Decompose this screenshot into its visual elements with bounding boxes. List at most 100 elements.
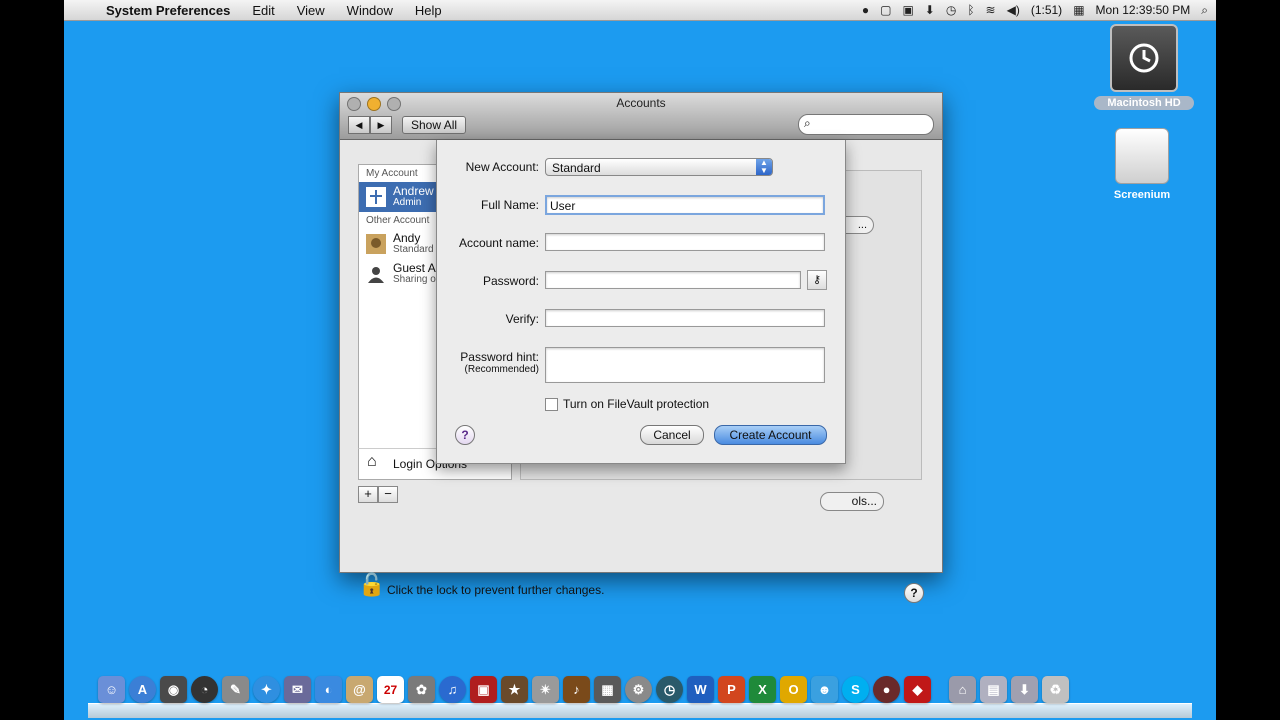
battery-status[interactable]: (1:51) — [1031, 3, 1062, 17]
search-icon: ⌕ — [804, 116, 811, 130]
excel-icon[interactable]: X — [749, 676, 776, 703]
window-icon[interactable]: ▢ — [880, 3, 891, 17]
system-preferences-icon[interactable]: ⚙ — [625, 676, 652, 703]
filevault-checkbox[interactable] — [545, 397, 558, 411]
show-all-button[interactable]: Show All — [402, 116, 467, 134]
calendar-icon[interactable]: 27 — [377, 676, 404, 703]
clipboard-icon[interactable]: ▣ — [902, 3, 913, 17]
flag-icon[interactable]: ▦ — [1073, 3, 1084, 17]
menu-bar: System Preferences Edit View Window Help… — [64, 0, 1216, 21]
desktop-icon-label: Screenium — [1113, 189, 1171, 201]
menu-edit[interactable]: Edit — [241, 3, 285, 18]
desktop-icon-label: Macintosh HD — [1094, 96, 1194, 110]
wifi-icon[interactable]: ≋ — [986, 3, 996, 17]
menu-window[interactable]: Window — [336, 3, 404, 18]
finder-icon[interactable]: ☺ — [98, 676, 125, 703]
download-icon[interactable]: ⬇ — [925, 3, 935, 17]
password-field[interactable] — [545, 271, 801, 289]
lock-icon[interactable]: 🔓 — [358, 572, 385, 598]
menu-help[interactable]: Help — [404, 3, 453, 18]
account-role: Admin — [393, 197, 422, 208]
account-role: Standard — [393, 244, 434, 255]
account-type-value: Standard — [552, 161, 601, 175]
address-book-icon[interactable]: @ — [346, 676, 373, 703]
imovie-icon[interactable]: ★ — [501, 676, 528, 703]
applications-folder-icon[interactable]: ⌂ — [949, 676, 976, 703]
remove-account-button[interactable]: − — [378, 486, 398, 503]
word-icon[interactable]: W — [687, 676, 714, 703]
avatar — [366, 187, 386, 207]
dock: ☺ A ◉ ◔ ✎ ✦ ✉ ◐ @ 27 ✿ ♫ ▣ ★ ✴ ♪ ▦ ⚙ ◷ W… — [88, 674, 1192, 718]
window-body: ... ols... My Account Andrew Admin Other… — [340, 140, 942, 603]
search-input[interactable]: ⌕ — [798, 114, 934, 135]
cancel-button[interactable]: Cancel — [640, 425, 704, 445]
password-hint-title: Password hint: — [460, 350, 539, 364]
clock[interactable]: Mon 12:39:50 PM — [1096, 3, 1191, 17]
help-button[interactable]: ? — [904, 583, 924, 603]
window-title: Accounts — [616, 96, 666, 110]
back-button[interactable]: ◀ — [348, 116, 370, 134]
desktop-icon-macintosh-hd[interactable]: Macintosh HD — [1094, 24, 1194, 110]
mail-icon[interactable]: ✉ — [284, 676, 311, 703]
user-silhouette-icon — [366, 264, 386, 284]
ichat-icon[interactable]: ◐ — [315, 676, 342, 703]
filevault-checkbox-row[interactable]: Turn on FileVault protection — [545, 397, 709, 411]
safari-icon[interactable]: ✦ — [253, 676, 280, 703]
desktop: System Preferences Edit View Window Help… — [64, 0, 1216, 720]
add-account-button[interactable]: + — [358, 486, 378, 503]
account-name-label: Account name: — [458, 236, 539, 250]
camera-icon[interactable]: ◉ — [160, 676, 187, 703]
time-machine-dock-icon[interactable]: ◷ — [656, 676, 683, 703]
desktop-icon-screenium[interactable]: Screenium — [1092, 128, 1192, 202]
powerpoint-icon[interactable]: P — [718, 676, 745, 703]
create-account-button[interactable]: Create Account — [714, 425, 827, 445]
expose-icon[interactable]: ▦ — [594, 676, 621, 703]
drive-icon — [1115, 128, 1169, 184]
preview-icon[interactable]: ✴ — [532, 676, 559, 703]
utilities-icon[interactable]: ✎ — [222, 676, 249, 703]
forward-button[interactable]: ▶ — [370, 116, 392, 134]
garageband-icon[interactable]: ♪ — [563, 676, 590, 703]
dock-shelf — [88, 703, 1192, 718]
iphoto-icon[interactable]: ✿ — [408, 676, 435, 703]
filevault-label: Turn on FileVault protection — [563, 397, 710, 411]
photo-booth-icon[interactable]: ▣ — [470, 676, 497, 703]
full-name-field[interactable]: User — [545, 195, 825, 215]
downloads-folder-icon[interactable]: ⬇ — [1011, 676, 1038, 703]
outlook-icon[interactable]: O — [780, 676, 807, 703]
bluetooth-icon[interactable]: ᛒ — [967, 3, 974, 17]
volume-icon[interactable]: ◀) — [1007, 3, 1020, 17]
menu-view[interactable]: View — [286, 3, 336, 18]
window-toolbar: Accounts ◀ ▶ Show All ⌕ — [340, 93, 942, 140]
spotlight-icon[interactable]: ⌕ — [1201, 3, 1208, 18]
verify-field[interactable] — [545, 309, 825, 327]
app-store-icon[interactable]: A — [129, 676, 156, 703]
account-name: Guest A — [393, 261, 436, 275]
verify-label: Verify: — [505, 312, 539, 326]
account-name-field[interactable] — [545, 233, 825, 251]
password-hint-field[interactable] — [545, 347, 825, 383]
screenium-dock-icon[interactable]: ◆ — [904, 676, 931, 703]
messenger-icon[interactable]: ☻ — [811, 676, 838, 703]
lock-text: Click the lock to prevent further change… — [387, 583, 605, 597]
background-button[interactable]: ols... — [820, 492, 884, 511]
new-account-sheet: New Account: Standard ▲ ▼ Full Name: User… — [436, 140, 846, 464]
account-name: Andrew — [393, 184, 434, 198]
popup-arrows-icon: ▲ ▼ — [756, 159, 772, 175]
account-type-popup[interactable]: Standard ▲ ▼ — [545, 158, 773, 176]
documents-folder-icon[interactable]: ▤ — [980, 676, 1007, 703]
dashboard-icon[interactable]: ◔ — [191, 676, 218, 703]
accounts-window: Accounts ◀ ▶ Show All ⌕ ... ols... My Ac… — [339, 92, 943, 603]
record-icon[interactable]: ● — [873, 676, 900, 703]
menu-app-name[interactable]: System Preferences — [98, 3, 241, 18]
status-icon[interactable]: ● — [862, 3, 869, 17]
itunes-icon[interactable]: ♫ — [439, 676, 466, 703]
password-hint-subtitle: (Recommended) — [464, 364, 539, 375]
skype-icon[interactable]: S — [842, 676, 869, 703]
new-account-label: New Account: — [465, 160, 539, 174]
trash-icon[interactable]: ♻ — [1042, 676, 1069, 703]
key-icon[interactable]: ⚷ — [807, 270, 827, 290]
sheet-help-button[interactable]: ? — [455, 425, 475, 445]
time-machine-icon[interactable]: ◷ — [946, 3, 956, 17]
house-icon: ⌂ — [367, 453, 377, 470]
